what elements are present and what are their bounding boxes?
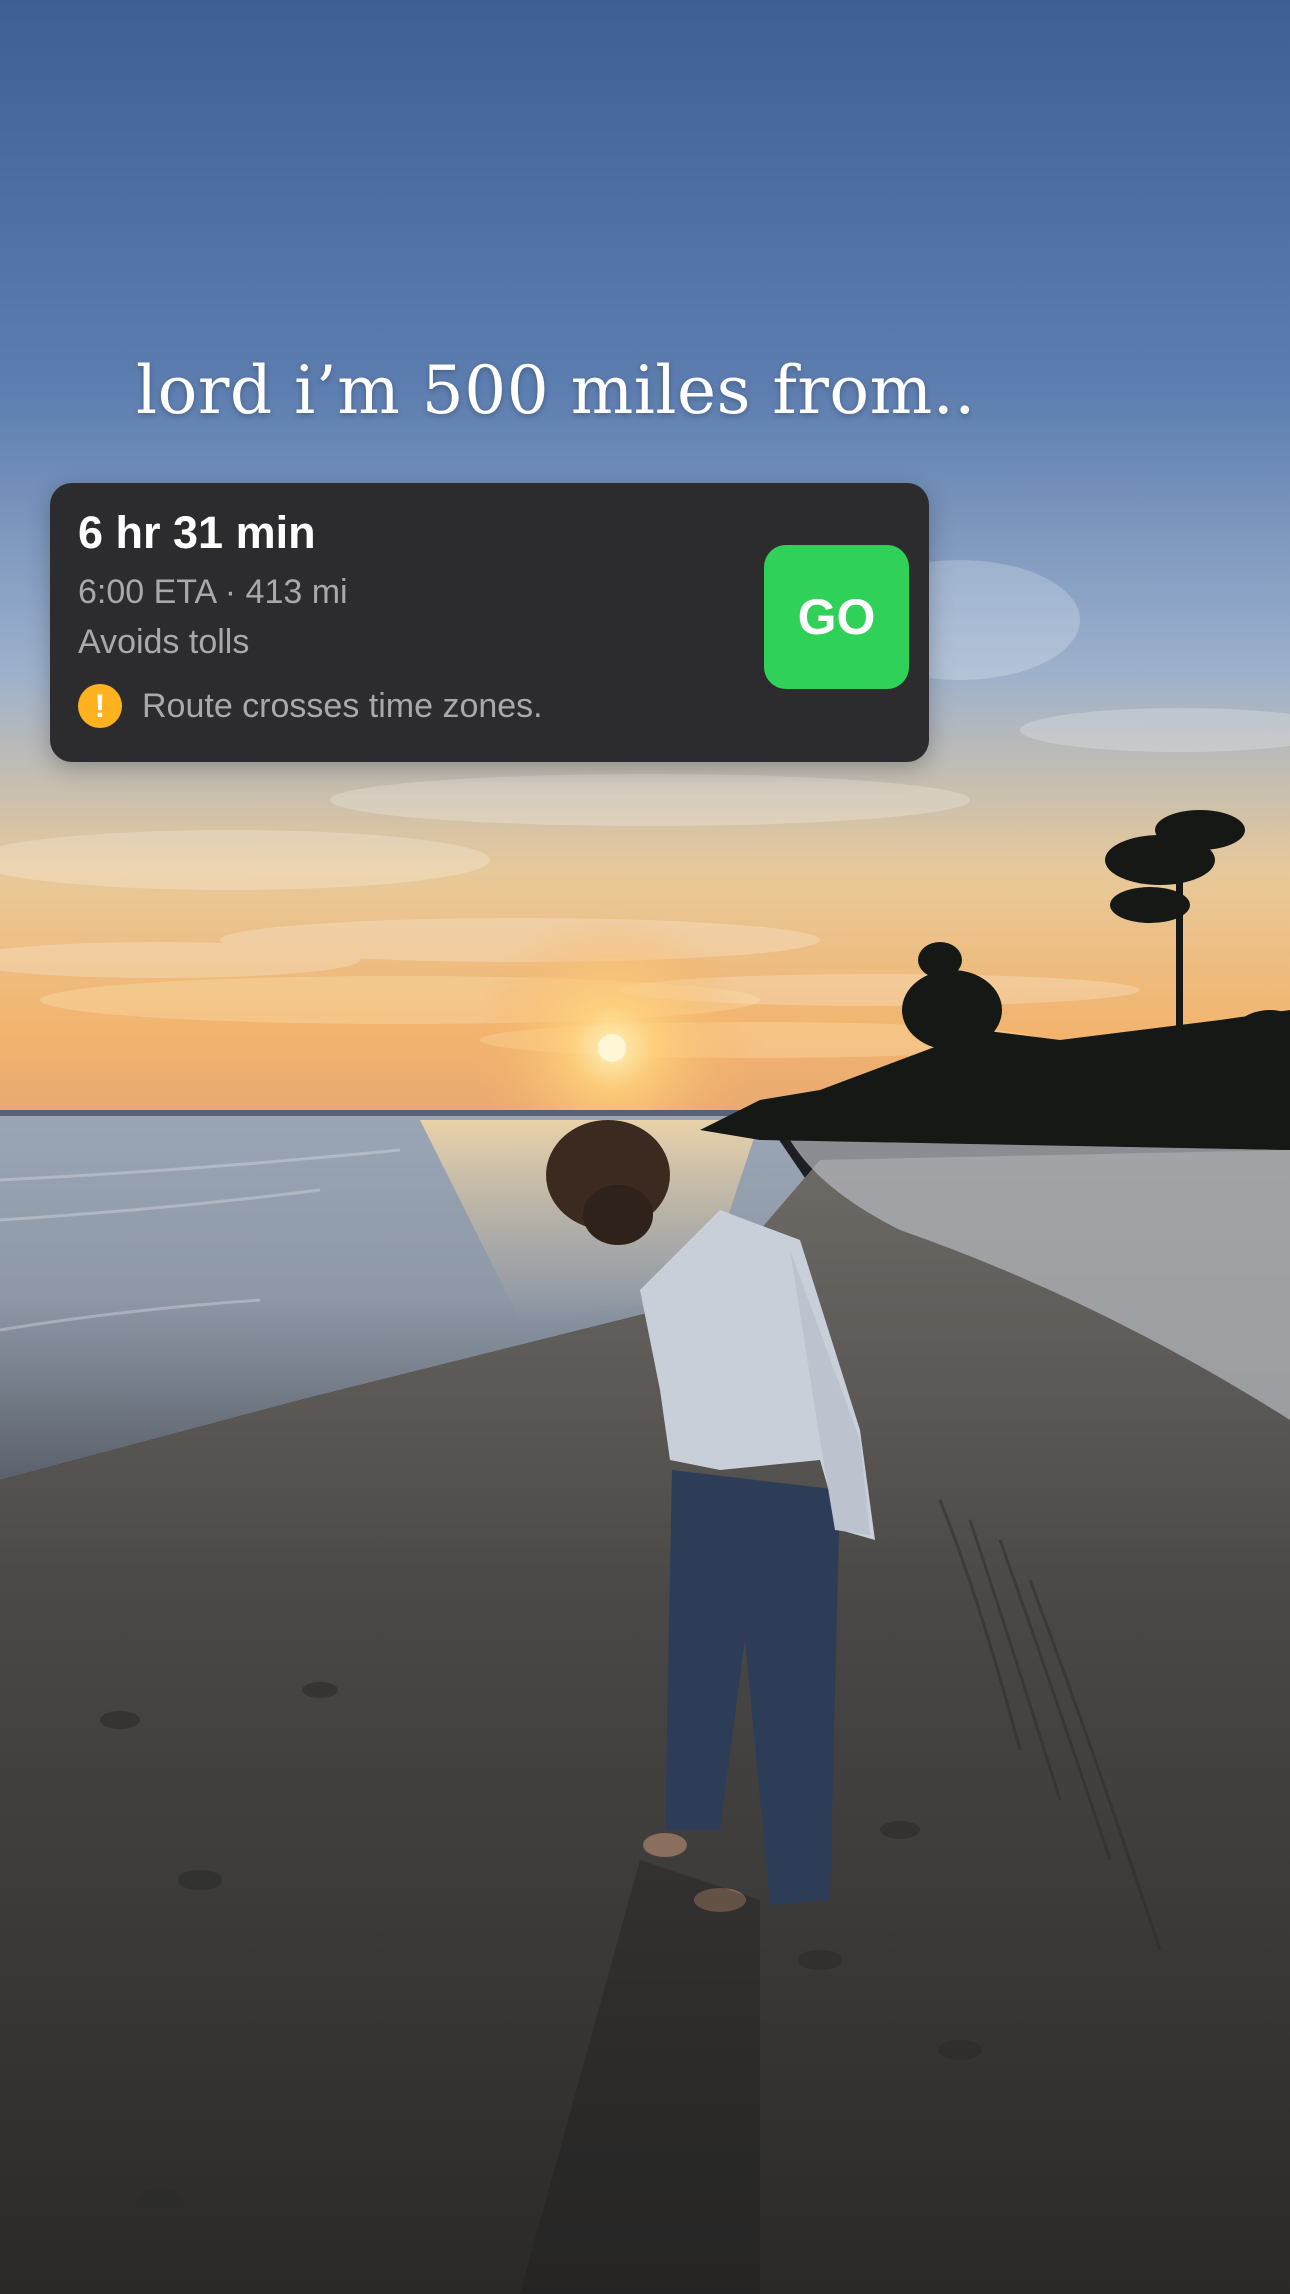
go-button[interactable]: GO (764, 545, 909, 689)
route-eta-distance: 6:00 ETA · 413 mi (78, 573, 348, 611)
warning-text: Route crosses time zones. (142, 686, 543, 725)
exclamation-circle-icon: ! (78, 684, 122, 728)
route-card[interactable]: 6 hr 31 min 6:00 ETA · 413 mi Avoids tol… (50, 483, 929, 762)
route-duration: 6 hr 31 min (78, 507, 316, 558)
background-photo (0, 0, 1290, 2294)
caption-text: lord i’m 500 miles from.. (136, 352, 976, 429)
route-warning: ! Route crosses time zones. (78, 683, 543, 729)
route-avoids-tolls: Avoids tolls (78, 623, 250, 661)
